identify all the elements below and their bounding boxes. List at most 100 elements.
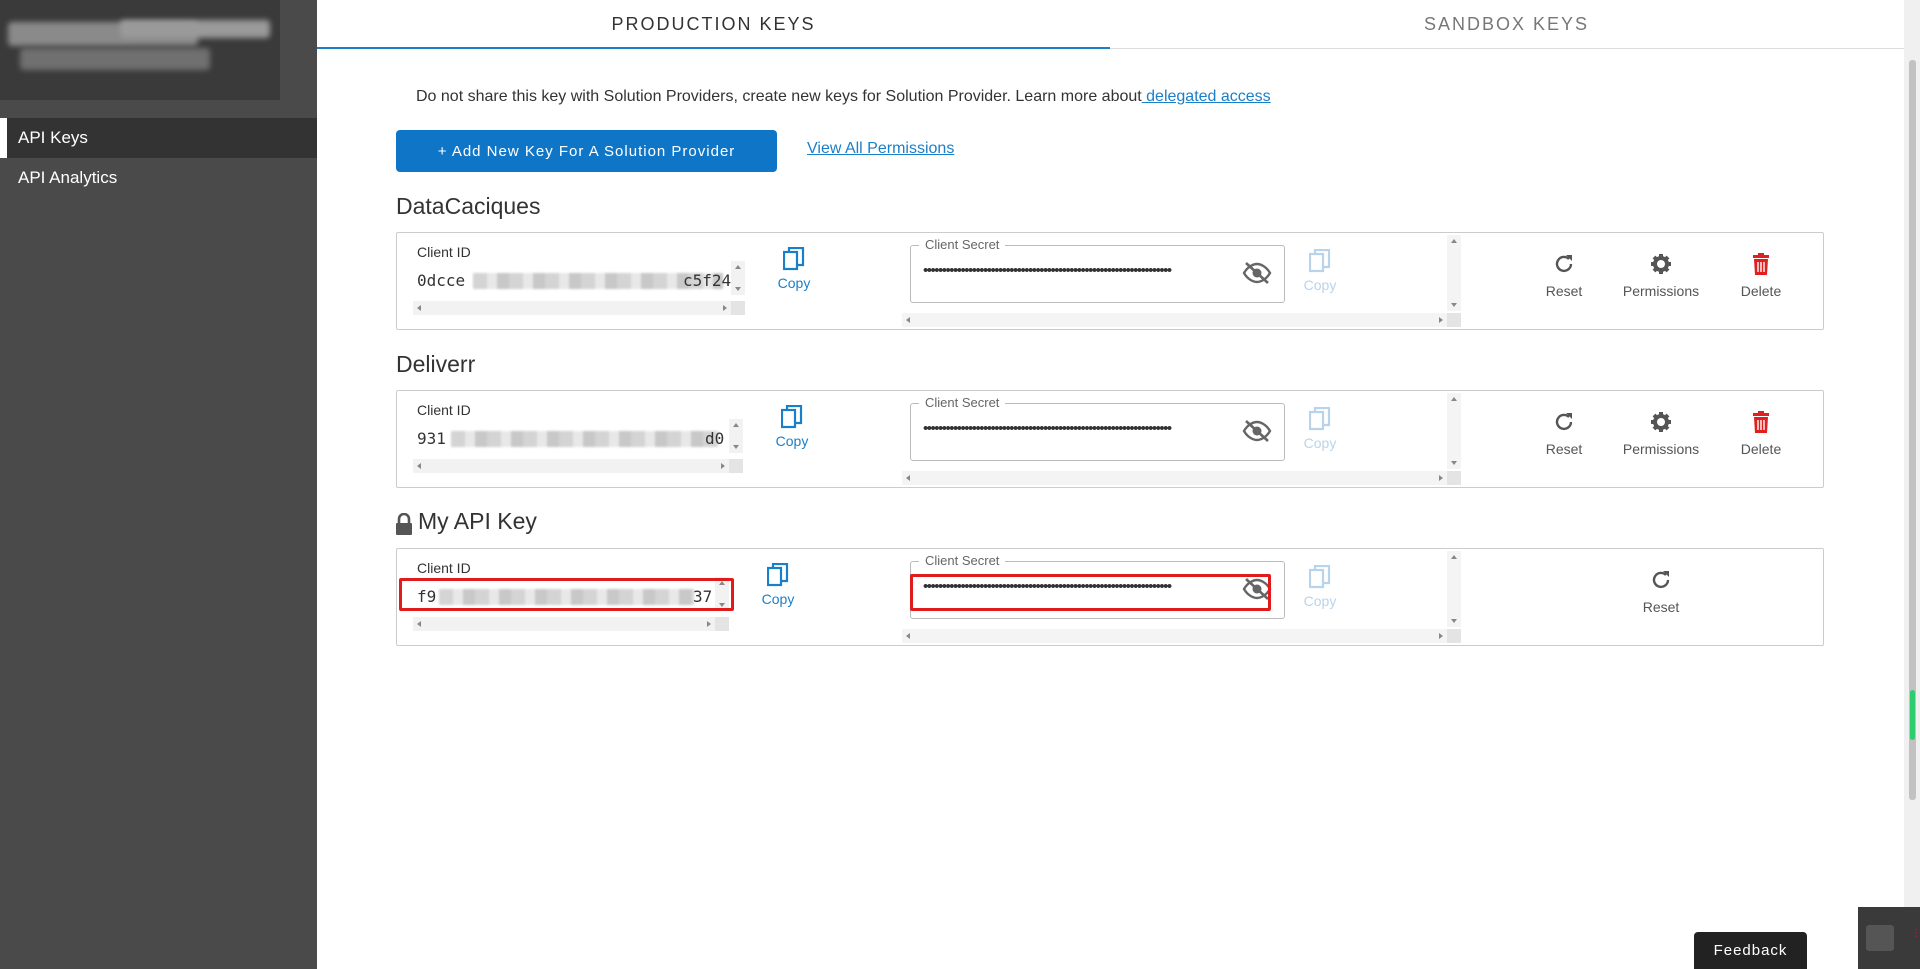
copy-label: Copy: [761, 591, 795, 607]
client-id-value-start: 0dcce: [417, 271, 466, 290]
chat-widget[interactable]: ⋮: [1858, 907, 1920, 969]
key-card: Client ID 931 d0 Copy Client Secret ••••…: [396, 390, 1824, 488]
client-id-field[interactable]: 0dcce c5f24d: [413, 261, 753, 321]
copy-client-secret-button[interactable]: Copy: [1295, 565, 1345, 615]
permissions-label: Permissions: [1622, 441, 1700, 457]
delete-label: Delete: [1740, 283, 1782, 299]
key-tabs: PRODUCTION KEYS SANDBOX KEYS: [317, 0, 1904, 49]
delete-label: Delete: [1740, 441, 1782, 457]
delegated-access-link[interactable]: delegated access: [1142, 88, 1271, 105]
reset-button[interactable]: Reset: [1519, 411, 1609, 457]
copy-client-id-button[interactable]: Copy: [769, 247, 819, 297]
client-id-label: Client ID: [417, 244, 471, 260]
client-secret-vscroll[interactable]: [1447, 235, 1461, 311]
sidebar-item-api-keys[interactable]: API Keys: [0, 118, 317, 158]
client-secret-vscroll[interactable]: [1447, 393, 1461, 469]
page-scrollbar-indicator: [1910, 690, 1915, 740]
copy-icon: [783, 247, 805, 271]
client-secret-hscroll[interactable]: [902, 471, 1447, 485]
client-secret-hscroll[interactable]: [902, 629, 1447, 643]
client-secret-area: Client Secret ••••••••••••••••••••••••••…: [902, 393, 1462, 485]
reset-icon: [1555, 255, 1573, 273]
key-title: My API Key: [418, 508, 537, 534]
tab-production-keys[interactable]: PRODUCTION KEYS: [317, 0, 1110, 49]
client-id-vscroll[interactable]: [731, 261, 745, 295]
client-secret-highlight: [910, 574, 1271, 611]
view-all-permissions-link[interactable]: View All Permissions: [807, 140, 954, 158]
scroll-corner: [1447, 313, 1461, 327]
gear-icon: [1651, 254, 1671, 274]
client-secret-label: Client Secret: [919, 237, 1006, 252]
logo: [0, 0, 280, 100]
key-card: Client ID 0dcce c5f24d Copy Client Secre…: [396, 232, 1824, 330]
client-id-value-end: d0: [705, 429, 725, 448]
eye-slash-icon[interactable]: [1242, 419, 1272, 443]
more-icon: ⋮: [1911, 928, 1920, 939]
client-id-field[interactable]: 931 d0: [413, 419, 753, 479]
copy-label: Copy: [1303, 593, 1337, 609]
delete-button[interactable]: Delete: [1716, 411, 1806, 457]
key-card: Client ID f9 37 Copy Client Secret •••••…: [396, 548, 1824, 646]
scroll-corner: [729, 459, 743, 473]
reset-icon: [1555, 413, 1573, 431]
reset-button[interactable]: Reset: [1616, 569, 1706, 615]
copy-icon: [1309, 565, 1331, 589]
copy-label: Copy: [775, 433, 809, 449]
feedback-button[interactable]: Feedback: [1694, 932, 1807, 969]
copy-client-secret-button[interactable]: Copy: [1295, 407, 1345, 457]
client-id-hscroll[interactable]: [413, 301, 731, 315]
copy-label: Copy: [1303, 277, 1337, 293]
scroll-corner: [1447, 471, 1461, 485]
client-secret-area: Client Secret ••••••••••••••••••••••••••…: [902, 551, 1462, 643]
client-secret-label: Client Secret: [919, 553, 1006, 568]
client-id-label: Client ID: [417, 560, 471, 576]
client-id-hscroll[interactable]: [413, 617, 715, 631]
copy-label: Copy: [777, 275, 811, 291]
trash-icon: [1753, 411, 1769, 433]
copy-icon: [1309, 249, 1331, 273]
app-root: API Keys API Analytics PRODUCTION KEYS S…: [0, 0, 1920, 969]
client-id-hscroll[interactable]: [413, 459, 729, 473]
tab-sandbox-keys[interactable]: SANDBOX KEYS: [1110, 0, 1903, 49]
copy-icon: [1309, 407, 1331, 431]
client-secret-value: ••••••••••••••••••••••••••••••••••••••••…: [923, 262, 1172, 279]
sidebar-item-api-analytics[interactable]: API Analytics: [0, 158, 317, 198]
permissions-button[interactable]: Permissions: [1616, 411, 1706, 457]
client-secret-area: Client Secret ••••••••••••••••••••••••••…: [902, 235, 1462, 327]
client-secret-label: Client Secret: [919, 395, 1006, 410]
client-id-vscroll[interactable]: [729, 419, 743, 453]
chat-icon: [1866, 925, 1894, 951]
delete-button[interactable]: Delete: [1716, 253, 1806, 299]
client-secret-field[interactable]: Client Secret ••••••••••••••••••••••••••…: [910, 395, 1285, 461]
add-key-button[interactable]: + Add New Key For A Solution Provider: [396, 130, 777, 172]
copy-client-id-button[interactable]: Copy: [767, 405, 817, 455]
client-secret-value: ••••••••••••••••••••••••••••••••••••••••…: [923, 420, 1172, 437]
copy-label: Copy: [1303, 435, 1337, 451]
client-secret-vscroll[interactable]: [1447, 551, 1461, 627]
client-secret-field[interactable]: Client Secret ••••••••••••••••••••••••••…: [910, 237, 1285, 303]
reset-button[interactable]: Reset: [1519, 253, 1609, 299]
copy-icon: [767, 563, 789, 587]
scroll-corner: [1447, 629, 1461, 643]
reset-label: Reset: [1642, 599, 1680, 615]
client-id-label: Client ID: [417, 402, 471, 418]
reset-label: Reset: [1545, 283, 1583, 299]
scroll-corner: [731, 301, 745, 315]
share-notice-text: Do not share this key with Solution Prov…: [416, 88, 1142, 105]
page-scrollbar-thumb[interactable]: [1909, 60, 1916, 800]
lock-icon: [396, 513, 412, 535]
copy-client-secret-button[interactable]: Copy: [1295, 249, 1345, 299]
permissions-button[interactable]: Permissions: [1616, 253, 1706, 299]
client-secret-hscroll[interactable]: [902, 313, 1447, 327]
sidebar: API Keys API Analytics: [0, 0, 317, 969]
trash-icon: [1753, 253, 1769, 275]
copy-icon: [781, 405, 803, 429]
gear-icon: [1651, 412, 1671, 432]
reset-label: Reset: [1545, 441, 1583, 457]
key-title: Deliverr: [396, 351, 476, 377]
client-id-redacted: [451, 431, 719, 447]
client-id-highlight: [399, 578, 734, 611]
copy-client-id-button[interactable]: Copy: [753, 563, 803, 613]
eye-slash-icon[interactable]: [1242, 261, 1272, 285]
client-id-value-start: 931: [417, 429, 446, 448]
